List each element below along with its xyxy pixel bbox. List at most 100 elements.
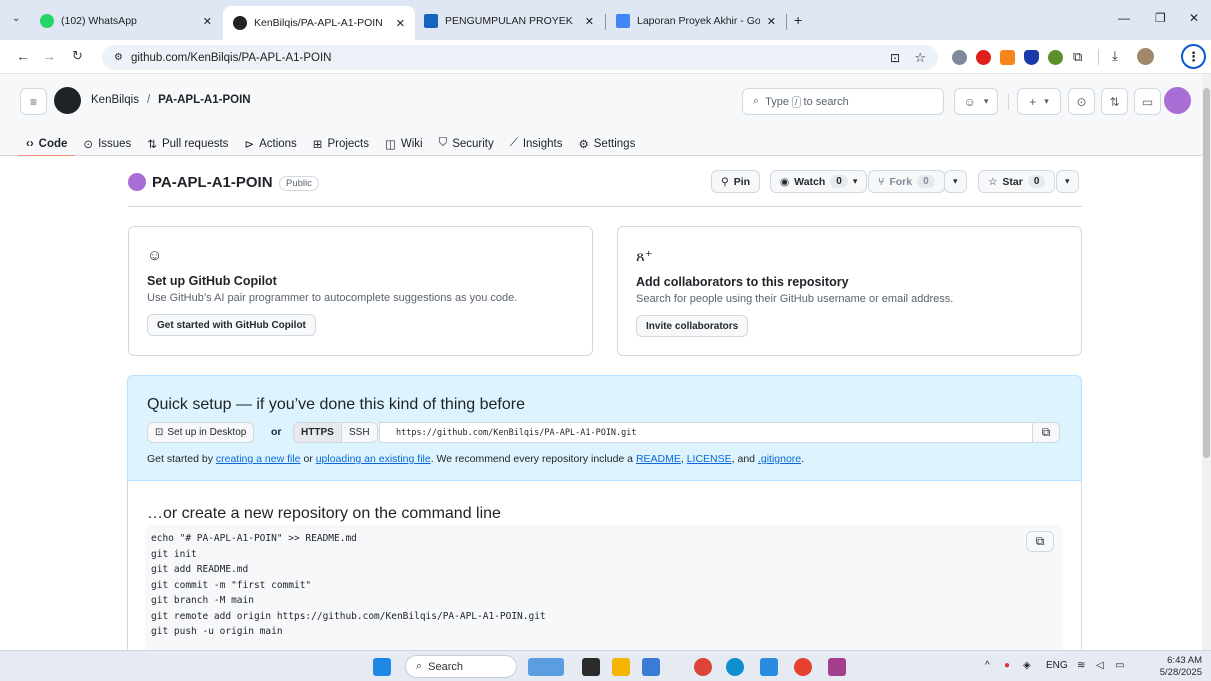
tab-issues[interactable]: ⊙ Issues (75, 131, 139, 156)
store-icon[interactable] (642, 658, 660, 676)
reload-icon[interactable]: ↻ (72, 48, 83, 64)
tab-pull-requests[interactable]: ⇅ Pull requests (139, 131, 236, 156)
repo-link[interactable]: PA-APL-A1-POIN (158, 94, 250, 106)
scrollbar-thumb[interactable] (1203, 88, 1210, 458)
browser-tab-strip: ⌄ (102) WhatsApp ✕ KenBilqis/PA-APL-A1-P… (0, 0, 1211, 40)
graph-icon: ⟋ (509, 137, 518, 149)
github-icon (233, 16, 247, 30)
tab-label: Wiki (400, 137, 423, 150)
window-close-icon[interactable]: ✕ (1189, 11, 1199, 25)
command-line-title: …or create a new repository on the comma… (147, 505, 501, 522)
ssh-toggle[interactable]: SSH (342, 422, 378, 443)
upload-file-link[interactable]: uploading an existing file (316, 453, 431, 465)
tab-github[interactable]: KenBilqis/PA-APL-A1-POIN ✕ (223, 6, 415, 40)
tab-whatsapp[interactable]: (102) WhatsApp ✕ (30, 6, 222, 36)
new-tab-button[interactable]: + (794, 12, 802, 28)
wifi-icon[interactable]: ≋ (1077, 660, 1085, 671)
restore-icon[interactable]: ❐ (1155, 11, 1166, 25)
create-new-file-link[interactable]: creating a new file (216, 453, 301, 465)
inbox-button[interactable]: ▭ (1134, 88, 1161, 115)
code-icon: ‹› (26, 137, 34, 150)
tab-security[interactable]: ⛉ Security (431, 131, 502, 156)
tray-app-icon[interactable]: ● (1004, 660, 1010, 671)
minimize-icon[interactable]: — (1118, 11, 1130, 25)
github-logo-icon[interactable] (54, 87, 81, 114)
tab-laporan[interactable]: Laporan Proyek Akhir - Google ✕ (606, 6, 786, 36)
battery-icon[interactable]: ▭ (1115, 660, 1124, 671)
tab-pengumpulan[interactable]: PENGUMPULAN PROYEK AKHIR ✕ (414, 6, 604, 36)
widget-icon[interactable] (528, 658, 564, 676)
task-view-icon[interactable] (582, 658, 600, 676)
metamask-icon[interactable] (1000, 50, 1015, 65)
tray-app-icon[interactable]: ◈ (1023, 660, 1031, 671)
issues-button[interactable]: ⊙ (1068, 88, 1095, 115)
vscode-icon[interactable] (760, 658, 778, 676)
extensions-puzzle-icon[interactable]: ⧉ (1073, 49, 1082, 65)
star-button[interactable]: ☆ Star 0 (978, 170, 1056, 193)
clone-url-input[interactable]: https://github.com/KenBilqis/PA-APL-A1-P… (379, 422, 1033, 443)
owner-link[interactable]: KenBilqis (91, 94, 139, 106)
tab-actions[interactable]: ⊳ Actions (236, 131, 304, 156)
search-input[interactable]: ⌕ Type / to search (742, 88, 944, 115)
tab-search-chevron-icon[interactable]: ⌄ (12, 13, 20, 24)
back-icon[interactable]: ← (16, 48, 30, 64)
volume-icon[interactable]: ◁ (1096, 660, 1104, 671)
wps-icon[interactable] (794, 658, 812, 676)
readme-link[interactable]: README (636, 453, 681, 465)
issue-icon: ⊙ (1076, 94, 1087, 109)
star-dropdown-button[interactable]: ▾ (1056, 170, 1079, 193)
fork-dropdown-button[interactable]: ▾ (944, 170, 967, 193)
shield-extension-icon[interactable] (1024, 50, 1039, 65)
tab-code[interactable]: ‹› Code (18, 131, 76, 157)
whatsapp-icon (40, 14, 54, 28)
gitignore-link[interactable]: .gitignore (758, 453, 801, 465)
tab-settings[interactable]: ⚙ Settings (570, 131, 643, 156)
close-icon[interactable]: ✕ (396, 17, 405, 30)
site-info-icon[interactable]: ⚙ (114, 52, 123, 63)
hint-text: , (680, 453, 684, 465)
windows-start-icon[interactable] (373, 658, 391, 676)
invite-collaborators-button[interactable]: Invite collaborators (636, 315, 749, 337)
hamburger-menu-icon[interactable]: ≡ (20, 88, 47, 115)
fork-button[interactable]: ⑂ Fork 0 (868, 170, 945, 193)
tray-chevron-icon[interactable]: ^ (985, 660, 990, 671)
taskbar-search[interactable]: ⌕ Search (405, 655, 517, 678)
watch-count: 0 (830, 175, 848, 188)
watch-button[interactable]: ◉ Watch 0 ▾ (770, 170, 868, 193)
install-app-icon[interactable]: ⊡ (890, 51, 900, 65)
copy-url-button[interactable]: ⧉ (1032, 422, 1060, 443)
close-icon[interactable]: ✕ (767, 15, 776, 28)
close-icon[interactable]: ✕ (585, 15, 594, 28)
pull-requests-button[interactable]: ⇅ (1101, 88, 1128, 115)
tab-projects[interactable]: ⊞ Projects (305, 131, 377, 156)
copy-commands-button[interactable]: ⧉ (1026, 531, 1054, 552)
forward-icon[interactable]: → (42, 48, 56, 64)
winrar-icon[interactable] (828, 658, 846, 676)
tab-insights[interactable]: ⟋ Insights (502, 131, 571, 156)
bookmark-star-icon[interactable]: ☆ (914, 50, 926, 66)
copilot-button[interactable]: ☺ ▾ (954, 88, 998, 115)
address-bar[interactable]: ⚙ github.com/KenBilqis/PA-APL-A1-POIN ⊡ … (102, 45, 938, 70)
file-explorer-icon[interactable] (612, 658, 630, 676)
repo-title[interactable]: PA-APL-A1-POIN (152, 174, 273, 191)
setup-desktop-button[interactable]: ⊡ Set up in Desktop (147, 422, 255, 443)
profile-avatar[interactable] (1137, 48, 1154, 65)
extension-icon[interactable] (1048, 50, 1063, 65)
clock[interactable]: 6:43 AM 5/28/2025 (1148, 655, 1202, 679)
edge-icon[interactable] (726, 658, 744, 676)
create-new-button[interactable]: + ▾ (1017, 88, 1061, 115)
extension-icon[interactable] (952, 50, 967, 65)
https-toggle[interactable]: HTTPS (293, 422, 342, 443)
user-avatar[interactable] (1164, 87, 1191, 114)
browser-menu-icon[interactable]: ⋮ (1181, 44, 1206, 69)
eye-icon: ◉ (780, 175, 790, 188)
chrome-icon[interactable] (694, 658, 712, 676)
license-link[interactable]: LICENSE (687, 453, 732, 465)
close-icon[interactable]: ✕ (203, 15, 212, 28)
tab-wiki[interactable]: ◫ Wiki (377, 131, 431, 156)
language-indicator[interactable]: ENG (1046, 660, 1068, 671)
opera-icon[interactable] (976, 50, 991, 65)
copilot-get-started-button[interactable]: Get started with GitHub Copilot (147, 314, 316, 336)
pin-button[interactable]: ⚲ Pin (711, 170, 761, 193)
download-icon[interactable]: ⤓ (1112, 48, 1118, 64)
